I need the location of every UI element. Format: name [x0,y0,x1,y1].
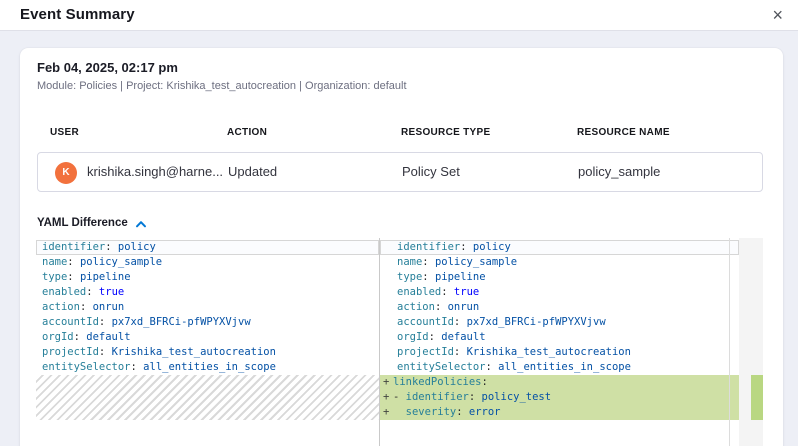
column-header-user: USER [50,127,79,138]
code-line: orgId: default [36,330,379,345]
close-icon[interactable]: × [772,3,783,27]
user-cell: krishika.singh@harne... [87,153,223,191]
code-line: projectId: Krishika_test_autocreation [36,345,379,360]
yaml-difference-section-header: YAML Difference [37,217,147,229]
action-cell: Updated [228,153,277,191]
code-line: +linkedPolicies: [380,375,739,390]
code-line: action: onrun [36,300,379,315]
diff-scrollbar-track[interactable] [729,238,730,446]
code-line: name: policy_sample [380,255,739,270]
code-line: + severity: error [380,405,739,420]
diff-overview-ruler[interactable] [739,238,763,446]
modal-header: Event Summary × [0,0,798,31]
yaml-difference-label: YAML Difference [37,217,128,229]
table-row: K krishika.singh@harne... Updated Policy… [37,152,763,192]
yaml-diff-editor: identifier: policyname: policy_sampletyp… [36,238,763,446]
event-summary-card: Feb 04, 2025, 02:17 pm Module: Policies … [20,48,783,446]
insert-indicator-icon: + [383,390,389,405]
code-line: projectId: Krishika_test_autocreation [380,345,739,360]
avatar: K [55,162,77,184]
code-line: entitySelector: all_entities_in_scope [36,360,379,375]
page-title: Event Summary [20,6,135,23]
code-line: enabled: true [380,285,739,300]
event-metadata: Module: Policies | Project: Krishika_tes… [37,80,407,92]
insert-indicator-icon: + [383,405,389,420]
event-timestamp: Feb 04, 2025, 02:17 pm [37,60,178,75]
code-line: accountId: px7xd_BFRCi-pfWPYXVjvw [380,315,739,330]
column-header-resource-type: RESOURCE TYPE [401,127,490,138]
code-line: enabled: true [36,285,379,300]
diff-original-pane[interactable]: identifier: policyname: policy_sampletyp… [36,238,379,446]
insert-indicator-icon: + [383,375,389,390]
code-line: entitySelector: all_entities_in_scope [380,360,739,375]
chevron-up-icon [135,220,147,228]
code-line: accountId: px7xd_BFRCi-pfWPYXVjvw [36,315,379,330]
diff-modified-pane[interactable]: identifier: policyname: policy_sampletyp… [380,238,739,446]
diff-modified-lines: identifier: policyname: policy_sampletyp… [380,238,739,420]
code-line: +- identifier: policy_test [380,390,739,405]
resource-type-cell: Policy Set [402,153,460,191]
code-line: identifier: policy [380,240,739,255]
code-line: type: pipeline [36,270,379,285]
resource-name-cell: policy_sample [578,153,660,191]
diff-insert-marker [751,375,763,420]
yaml-difference-toggle[interactable] [135,219,147,228]
column-header-resource-name: RESOURCE NAME [577,127,670,138]
code-line: identifier: policy [36,240,379,255]
column-header-action: ACTION [227,127,267,138]
code-line: name: policy_sample [36,255,379,270]
diff-collapsed-region-hatch [36,375,379,420]
code-line: orgId: default [380,330,739,345]
code-line: type: pipeline [380,270,739,285]
code-line: action: onrun [380,300,739,315]
diff-original-lines: identifier: policyname: policy_sampletyp… [36,238,379,375]
